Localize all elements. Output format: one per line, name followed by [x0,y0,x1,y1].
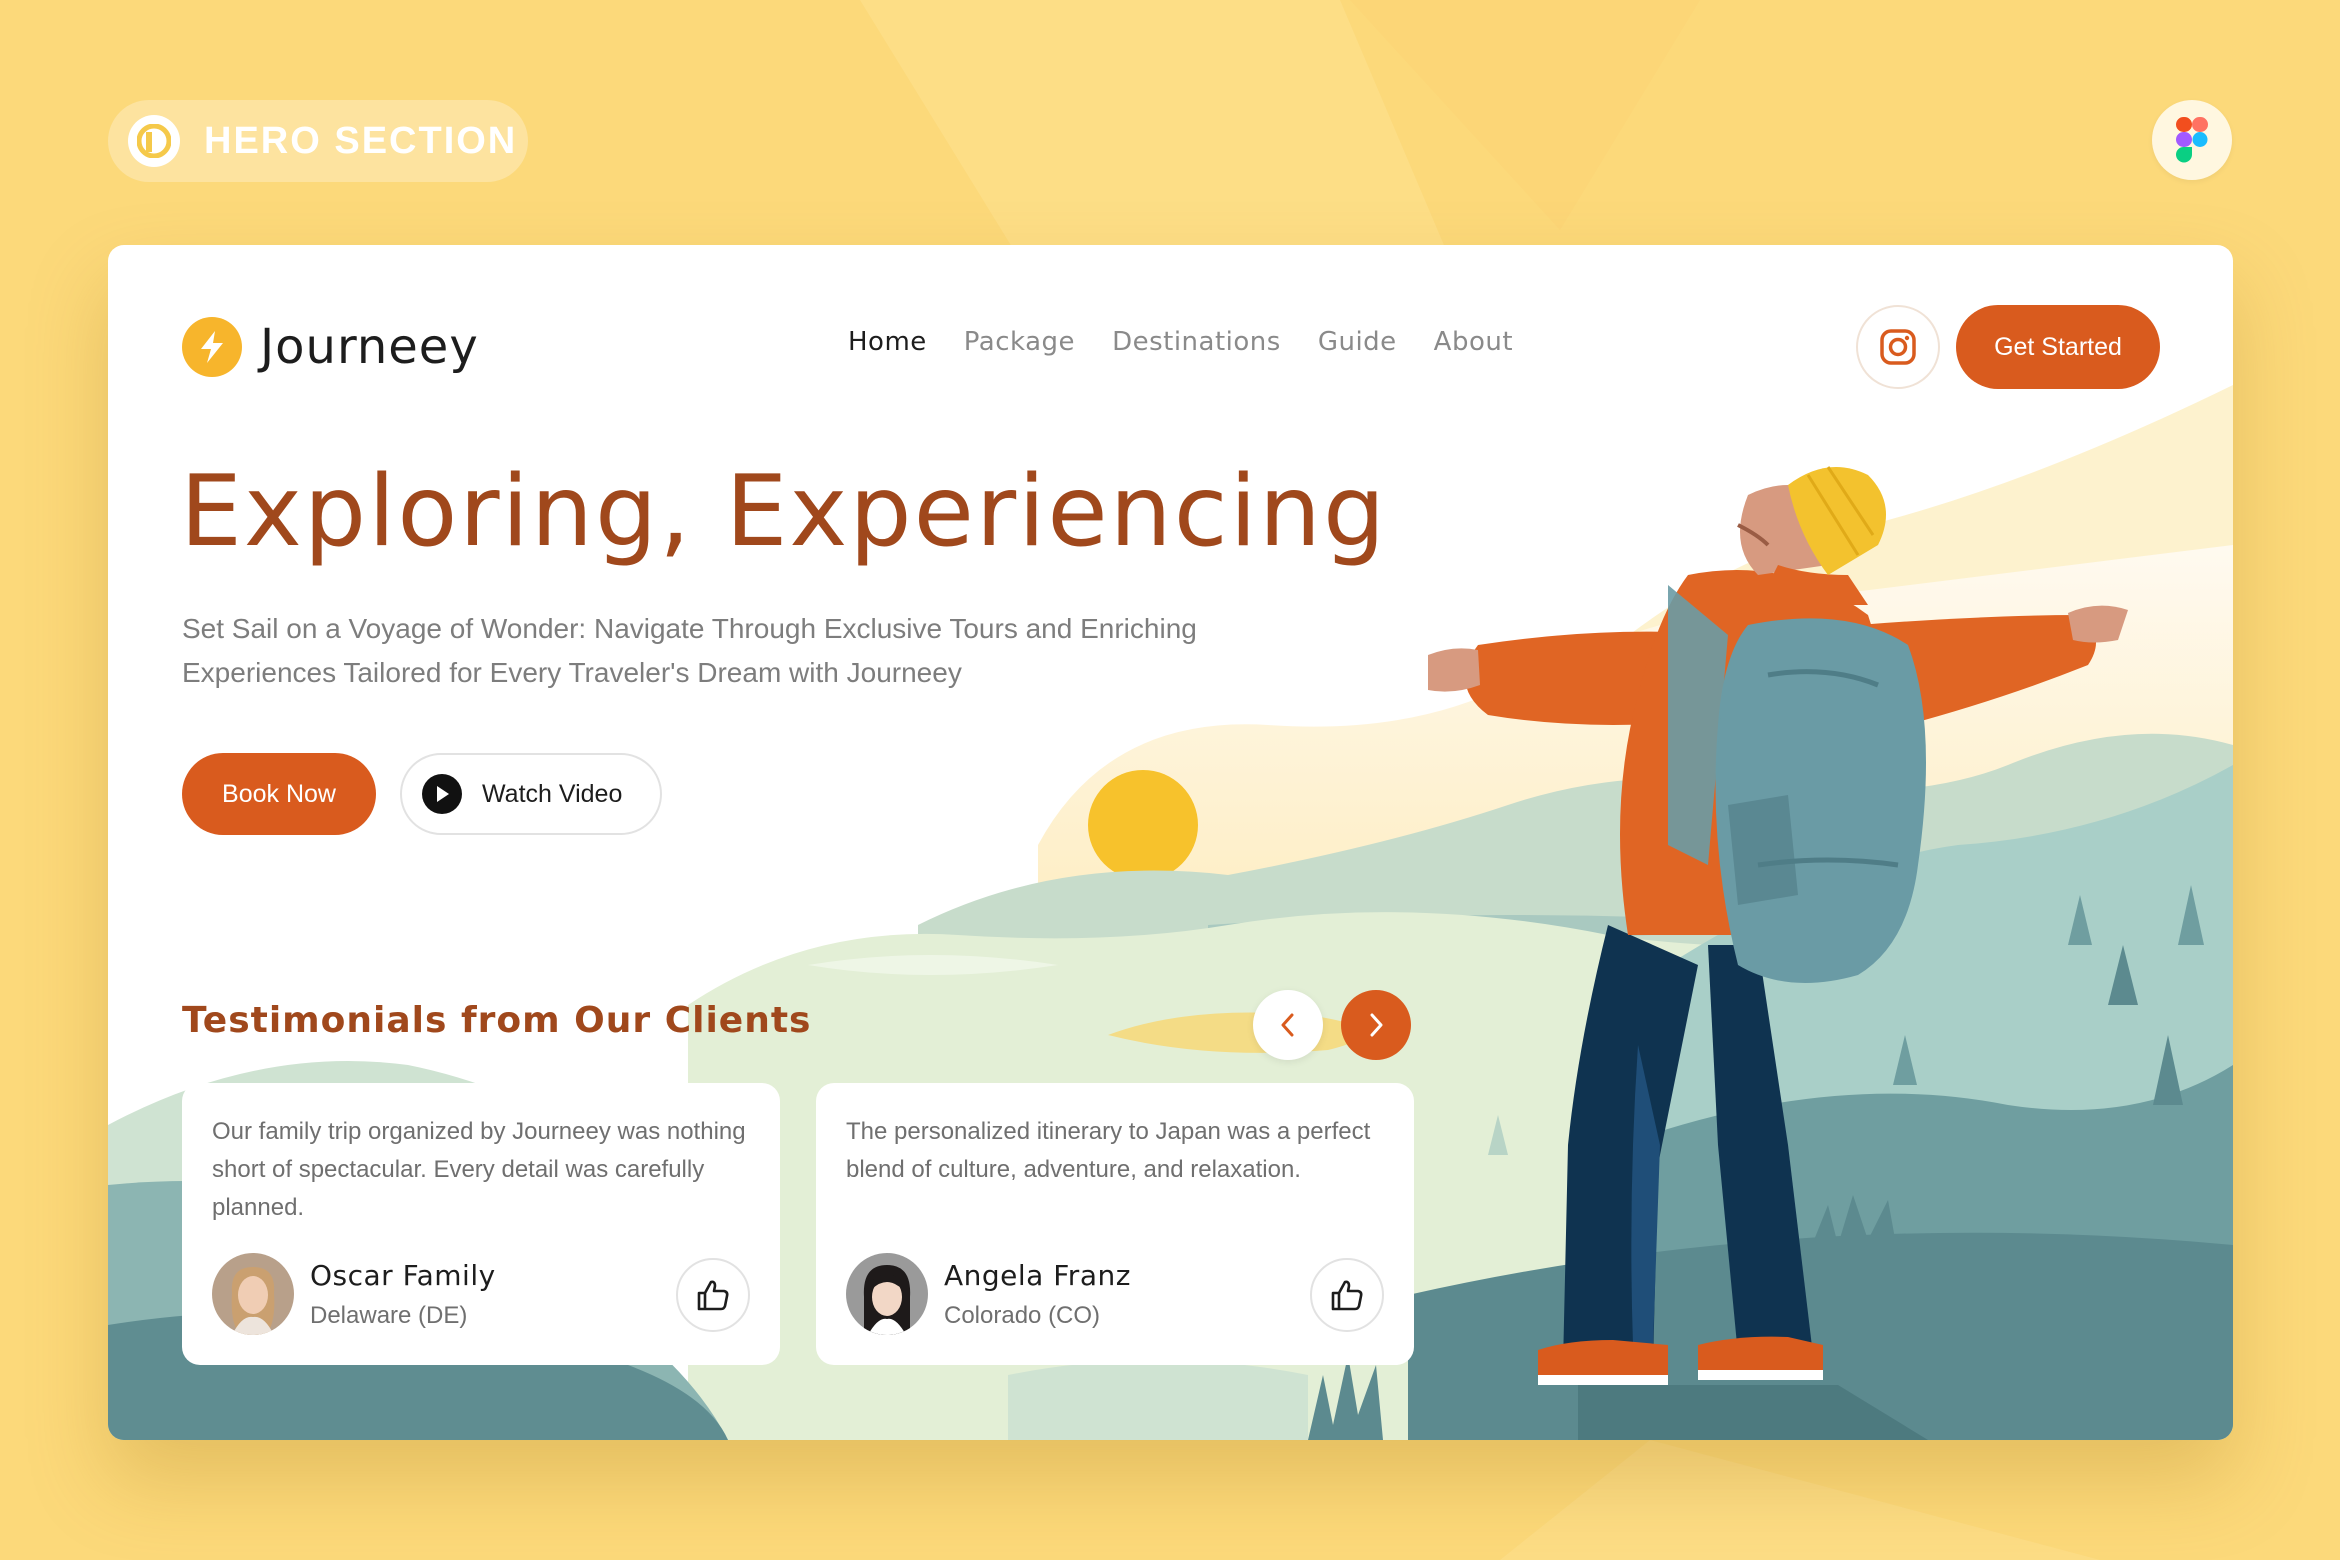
brand-logo[interactable]: Journeey [182,317,479,377]
testimonial-card: The personalized itinerary to Japan was … [816,1083,1414,1365]
avatar [846,1253,928,1335]
lightning-bolt-icon [182,317,242,377]
hero-card: Journeey Home Package Destinations Guide… [108,245,2233,1440]
get-started-button[interactable]: Get Started [1956,305,2160,389]
book-now-button[interactable]: Book Now [182,753,376,835]
watch-video-label: Watch Video [482,779,623,808]
hero-title: Exploring, Experiencing [180,455,1388,569]
watch-video-button[interactable]: Watch Video [400,753,662,835]
testimonial-prev-button[interactable] [1253,990,1323,1060]
testimonial-location: Delaware (DE) [310,1301,468,1329]
testimonials-title: Testimonials from Our Clients [182,1000,812,1041]
brand-name: Journeey [260,319,479,375]
testimonial-name: Angela Franz [944,1258,1131,1292]
testimonial-author: Angela Franz Colorado (CO) [846,1253,1131,1335]
like-button[interactable] [1310,1258,1384,1332]
nav-home[interactable]: Home [848,327,927,357]
testimonial-card: Our family trip organized by Journeey wa… [182,1083,780,1365]
figma-icon [2152,100,2232,180]
thumbs-up-icon [1331,1280,1363,1311]
nav-guide[interactable]: Guide [1318,327,1397,357]
hero-subtitle: Set Sail on a Voyage of Wonder: Navigate… [182,613,1197,688]
instagram-button[interactable] [1856,305,1940,389]
testimonial-quote: Our family trip organized by Journeey wa… [212,1118,746,1221]
testimonial-quote: The personalized itinerary to Japan was … [846,1118,1371,1183]
hero-section-badge: HERO SECTION [108,100,528,182]
badge-label: HERO SECTION [204,119,518,162]
nav-package[interactable]: Package [964,327,1075,357]
testimonial-location: Colorado (CO) [944,1301,1101,1329]
chevron-left-icon [1281,1013,1294,1037]
nav-about[interactable]: About [1434,327,1513,357]
main-nav: Home Package Destinations Guide About [848,327,1513,357]
testimonial-author: Oscar Family Delaware (DE) [212,1253,496,1335]
avatar [212,1253,294,1335]
testimonial-name: Oscar Family [310,1258,496,1292]
testimonial-next-button[interactable] [1341,990,1411,1060]
instagram-icon [1880,329,1916,365]
brand-p-icon [128,115,180,167]
play-icon [422,774,462,814]
chevron-right-icon [1370,1013,1383,1037]
like-button[interactable] [676,1258,750,1332]
nav-destinations[interactable]: Destinations [1112,327,1281,357]
thumbs-up-icon [697,1280,729,1311]
